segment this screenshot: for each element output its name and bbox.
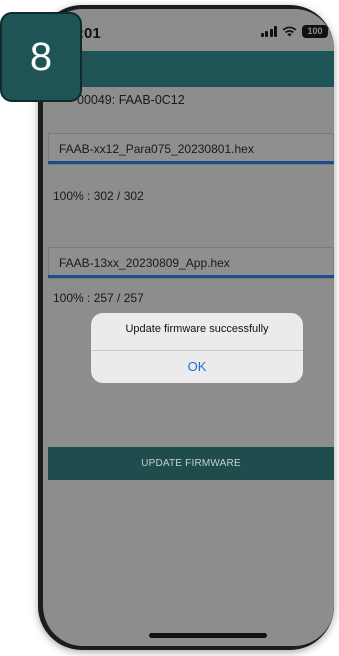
screen: :01 100 00049: FAAB-0C12 FAAB-xx12_Para0… (43, 9, 334, 646)
dialog-ok-button[interactable]: OK (91, 351, 303, 383)
step-number-badge: 8 (0, 12, 82, 102)
home-indicator[interactable] (149, 633, 267, 638)
status-icons: 100 (260, 25, 328, 38)
progress-text-1: 100% : 302 / 302 (53, 189, 144, 203)
success-dialog: Update firmware successfully OK (91, 313, 303, 383)
dialog-message: Update firmware successfully (125, 323, 269, 335)
progress-bar-2 (48, 275, 334, 278)
status-time: :01 (79, 25, 101, 42)
battery-icon: 100 (302, 25, 328, 38)
signal-icon (260, 26, 277, 37)
progress-text-2: 100% : 257 / 257 (53, 291, 144, 305)
progress-bar-1 (48, 161, 334, 164)
app-bar (43, 51, 334, 87)
status-bar: :01 100 (43, 9, 334, 51)
wifi-icon (282, 26, 297, 37)
phone-frame: :01 100 00049: FAAB-0C12 FAAB-xx12_Para0… (38, 5, 334, 650)
update-firmware-button[interactable]: UPDATE FIRMWARE (48, 447, 334, 480)
device-label: 00049: FAAB-0C12 (77, 93, 185, 107)
